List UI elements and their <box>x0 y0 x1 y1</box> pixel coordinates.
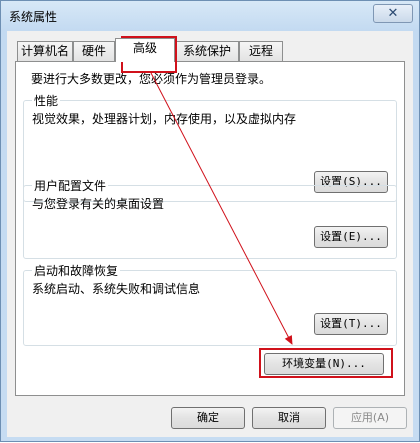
startup-recovery-description: 系统启动、系统失败和调试信息 <box>32 282 201 296</box>
tab-system-protection[interactable]: 系统保护 <box>175 41 239 61</box>
admin-note: 要进行大多数更改，您必须作为管理员登录。 <box>31 72 272 86</box>
startup-recovery-group-title: 启动和故障恢复 <box>32 262 121 279</box>
title-bar[interactable]: 系统属性 ✕ <box>1 1 419 31</box>
performance-group-title: 性能 <box>32 92 61 109</box>
dialog-client-area: 计算机名 硬件 高级 系统保护 远程 要进行大多数更改，您必须作为管理员登录。 … <box>7 31 413 437</box>
startup-recovery-settings-button[interactable]: 设置(T)... <box>314 313 388 335</box>
close-button[interactable]: ✕ <box>373 4 413 23</box>
ok-button[interactable]: 确定 <box>171 407 245 429</box>
system-properties-window: 系统属性 ✕ 计算机名 硬件 高级 系统保护 远程 要进行大多数更改，您必须作为… <box>0 0 420 442</box>
user-profiles-description: 与您登录有关的桌面设置 <box>32 197 165 211</box>
tab-advanced[interactable]: 高级 <box>115 38 175 62</box>
window-title: 系统属性 <box>9 10 58 24</box>
environment-variables-button[interactable]: 环境变量(N)... <box>264 353 384 375</box>
apply-button[interactable]: 应用(A) <box>333 407 407 429</box>
close-icon: ✕ <box>387 6 399 21</box>
tab-remote[interactable]: 远程 <box>239 41 283 61</box>
performance-description: 视觉效果，处理器计划，内存使用，以及虚拟内存 <box>32 112 297 126</box>
user-profiles-group: 用户配置文件 与您登录有关的桌面设置 设置(E)... <box>23 177 397 259</box>
tab-hardware[interactable]: 硬件 <box>73 41 115 61</box>
startup-recovery-group: 启动和故障恢复 系统启动、系统失败和调试信息 设置(T)... <box>23 262 397 346</box>
tab-computer-name[interactable]: 计算机名 <box>17 41 73 61</box>
user-profiles-settings-button[interactable]: 设置(E)... <box>314 226 388 248</box>
user-profiles-group-title: 用户配置文件 <box>32 177 109 194</box>
cancel-button[interactable]: 取消 <box>252 407 326 429</box>
